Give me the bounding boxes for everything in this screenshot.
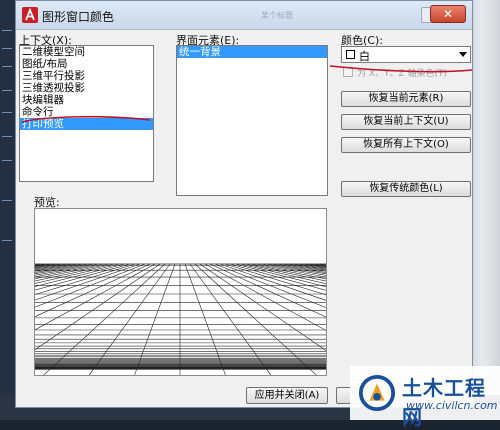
red-annotation-marks <box>21 65 473 123</box>
site-watermark: 土木工程网 www.civilcn.com <box>350 366 500 429</box>
civilcn-logo-icon <box>358 374 396 412</box>
watermark-url: www.civilcn.com <box>406 399 498 412</box>
